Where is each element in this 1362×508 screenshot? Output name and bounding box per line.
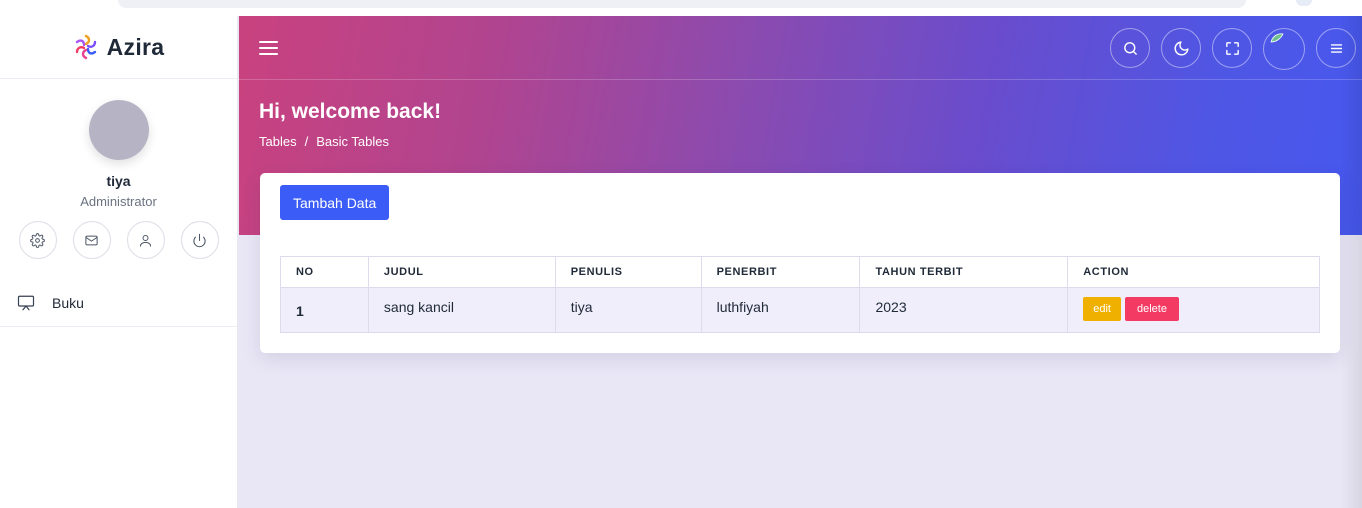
cell-penerbit: luthfiyah — [700, 287, 861, 333]
column-header-tahun-terbit: TAHUN TERBIT — [859, 256, 1069, 288]
tambah-data-button[interactable]: Tambah Data — [280, 185, 390, 220]
edit-button[interactable]: edit — [1083, 297, 1121, 321]
gear-icon — [30, 232, 45, 248]
profile-section: tiya Administrator — [0, 79, 237, 259]
power-icon — [193, 233, 206, 247]
profile-button[interactable] — [126, 221, 165, 259]
hamburger-icon-line — [259, 53, 278, 55]
table-card: Tambah Data NO JUDUL PENULIS PENERBIT TA… — [260, 173, 1340, 353]
sidebar-item-buku[interactable]: Buku — [0, 279, 237, 327]
breadcrumb-tables-link[interactable]: Tables — [259, 134, 297, 149]
mail-icon — [85, 235, 98, 245]
sidebar-nav: Buku — [0, 279, 237, 327]
search-button[interactable] — [1110, 28, 1150, 68]
topbar-icons — [1110, 28, 1356, 70]
cell-action: edit delete — [1067, 287, 1320, 333]
books-table: NO JUDUL PENULIS PENERBIT TAHUN TERBIT A… — [280, 256, 1320, 333]
brand[interactable]: Azira — [0, 16, 237, 79]
table-row: 1 sang kancil tiya luthfiyah 2023 edit de… — [280, 287, 1320, 333]
fullscreen-icon — [1225, 41, 1239, 55]
sidebar-item-label: Buku — [52, 294, 84, 311]
fullscreen-button[interactable] — [1212, 28, 1252, 68]
right-menu-button[interactable] — [1316, 28, 1356, 68]
browser-strip — [0, 0, 1362, 16]
profile-role: Administrator — [80, 194, 157, 209]
logout-button[interactable] — [180, 221, 219, 259]
column-header-action: ACTION — [1067, 256, 1320, 288]
cell-tahun-terbit: 2023 — [859, 287, 1069, 333]
column-header-judul: JUDUL — [367, 256, 556, 288]
broken-image-icon — [1270, 33, 1284, 43]
profile-actions — [0, 221, 237, 259]
browser-address-bar[interactable] — [118, 0, 1246, 8]
user-icon — [140, 234, 151, 247]
column-header-no: NO — [280, 256, 369, 288]
settings-button[interactable] — [18, 221, 57, 259]
cell-penulis: tiya — [554, 287, 702, 333]
mail-button[interactable] — [72, 221, 111, 259]
profile-name: tiya — [106, 173, 131, 189]
page-title: Hi, welcome back! — [259, 100, 442, 123]
dark-mode-button[interactable] — [1161, 28, 1201, 68]
breadcrumb-current: Basic Tables — [316, 134, 389, 149]
hamburger-icon-line — [259, 47, 278, 49]
hamburger-icon-line — [259, 41, 278, 43]
monitor-icon — [17, 295, 35, 310]
azira-logo-icon — [75, 34, 96, 60]
cell-judul: sang kancil — [367, 287, 556, 333]
user-avatar-button[interactable] — [1263, 28, 1305, 70]
delete-button[interactable]: delete — [1125, 297, 1179, 321]
sidebar-toggle-button[interactable] — [259, 37, 283, 59]
cell-no: 1 — [280, 287, 369, 333]
profile-avatar[interactable] — [88, 100, 149, 160]
breadcrumb: Tables / Basic Tables — [259, 134, 389, 149]
topbar — [239, 16, 1362, 80]
table-header-row: NO JUDUL PENULIS PENERBIT TAHUN TERBIT A… — [280, 256, 1320, 288]
menu-icon — [1330, 43, 1342, 53]
column-header-penerbit: PENERBIT — [700, 256, 861, 288]
column-header-penulis: PENULIS — [554, 256, 702, 288]
sidebar: Azira tiya Administrator Buku — [0, 16, 238, 508]
breadcrumb-separator: / — [304, 134, 309, 149]
main-content: Hi, welcome back! Tables / Basic Tables … — [239, 16, 1362, 508]
moon-icon — [1174, 40, 1189, 55]
brand-name: Azira — [106, 33, 165, 60]
browser-profile-dot[interactable] — [1296, 0, 1312, 6]
search-icon — [1123, 41, 1137, 55]
